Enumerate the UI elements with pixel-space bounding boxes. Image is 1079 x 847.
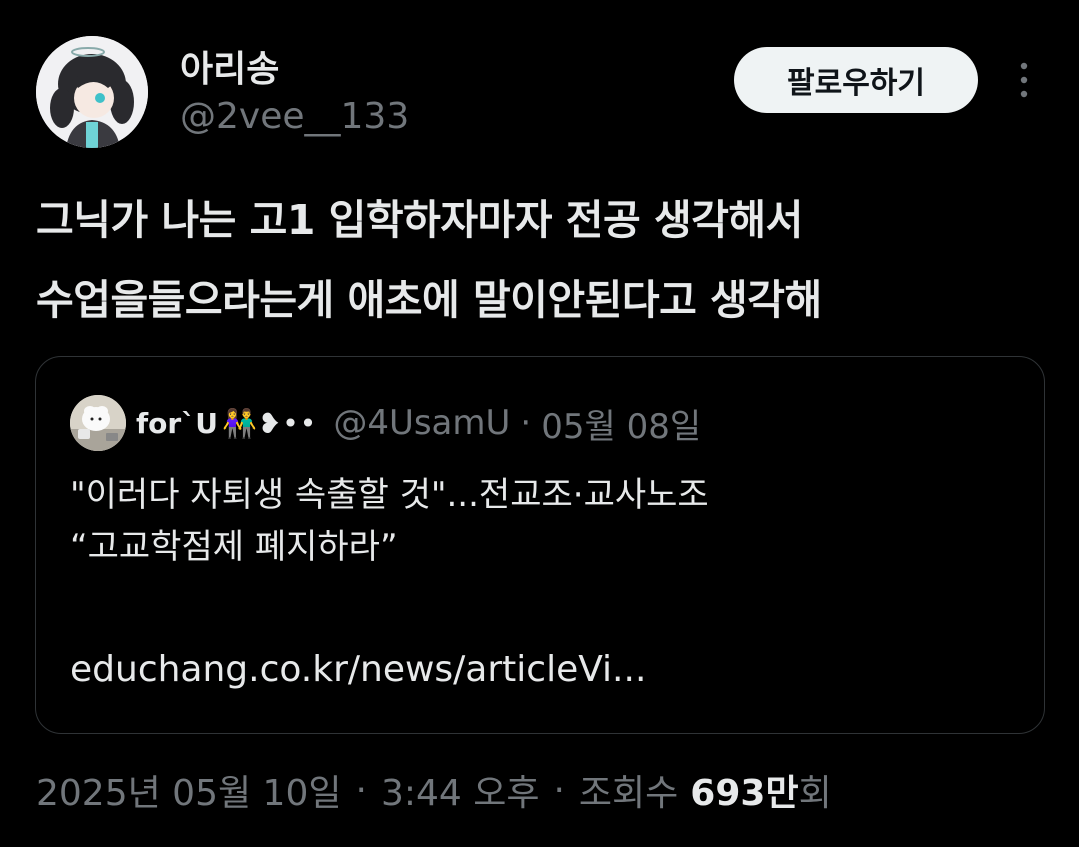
quote-header: for`U 👫❥•• @4UsamU · 05월 08일 <box>136 395 701 451</box>
tweet-text-line: 수업을들으라는게 애초에 말이안된다고 생각해 <box>36 276 822 324</box>
separator-dot: · <box>520 403 532 443</box>
quote-link[interactable]: educhang.co.kr/news/articleVi... <box>70 649 646 690</box>
author-handle[interactable]: @2vee__133 <box>180 96 409 137</box>
author-display-name[interactable]: 아리송 <box>180 40 279 92</box>
puppy-avatar-icon <box>70 395 126 451</box>
quote-author-name-emoji: 👫❥•• <box>221 406 318 440</box>
tweet-text: 그닉가 나는 고1 입학하자마자 전공 생각해서 수업을들으라는게 애초에 말이… <box>36 180 1046 340</box>
quote-body-line: “고교학점제 폐지하라” <box>70 527 398 567</box>
tweet-meta: 2025년 05월 10일 · 3:44 오후 · 조회수 693만 회 <box>36 764 832 816</box>
tweet-text-line: 그닉가 나는 고1 입학하자마자 전공 생각해서 <box>36 196 803 244</box>
separator-dot: · <box>553 769 565 811</box>
more-vertical-icon[interactable] <box>1008 60 1040 100</box>
quote-tweet-card[interactable]: for`U 👫❥•• @4UsamU · 05월 08일 "이러다 자퇴생 속출… <box>35 356 1045 734</box>
quote-author-name[interactable]: for`U <box>136 407 218 440</box>
anime-character-avatar-icon <box>36 36 148 148</box>
views-suffix: 회 <box>798 773 832 814</box>
separator-dot: · <box>355 769 367 811</box>
quote-body-line: "이러다 자퇴생 속출할 것"...전교조·교사노조 <box>70 475 709 515</box>
tweet-time[interactable]: 3:44 오후 <box>381 764 540 816</box>
quote-date: 05월 08일 <box>541 406 702 447</box>
views-label: 조회수 <box>578 773 679 814</box>
views-count[interactable]: 693만 <box>690 764 798 816</box>
quote-author-handle[interactable]: @4UsamU <box>333 403 510 443</box>
quote-body: "이러다 자퇴생 속출할 것"...전교조·교사노조 “고교학점제 폐지하라” <box>70 469 1010 573</box>
tweet-date[interactable]: 2025년 05월 10일 <box>36 764 341 816</box>
author-avatar[interactable] <box>36 36 148 148</box>
follow-button[interactable]: 팔로우하기 <box>734 47 978 113</box>
quote-author-avatar <box>70 395 126 451</box>
